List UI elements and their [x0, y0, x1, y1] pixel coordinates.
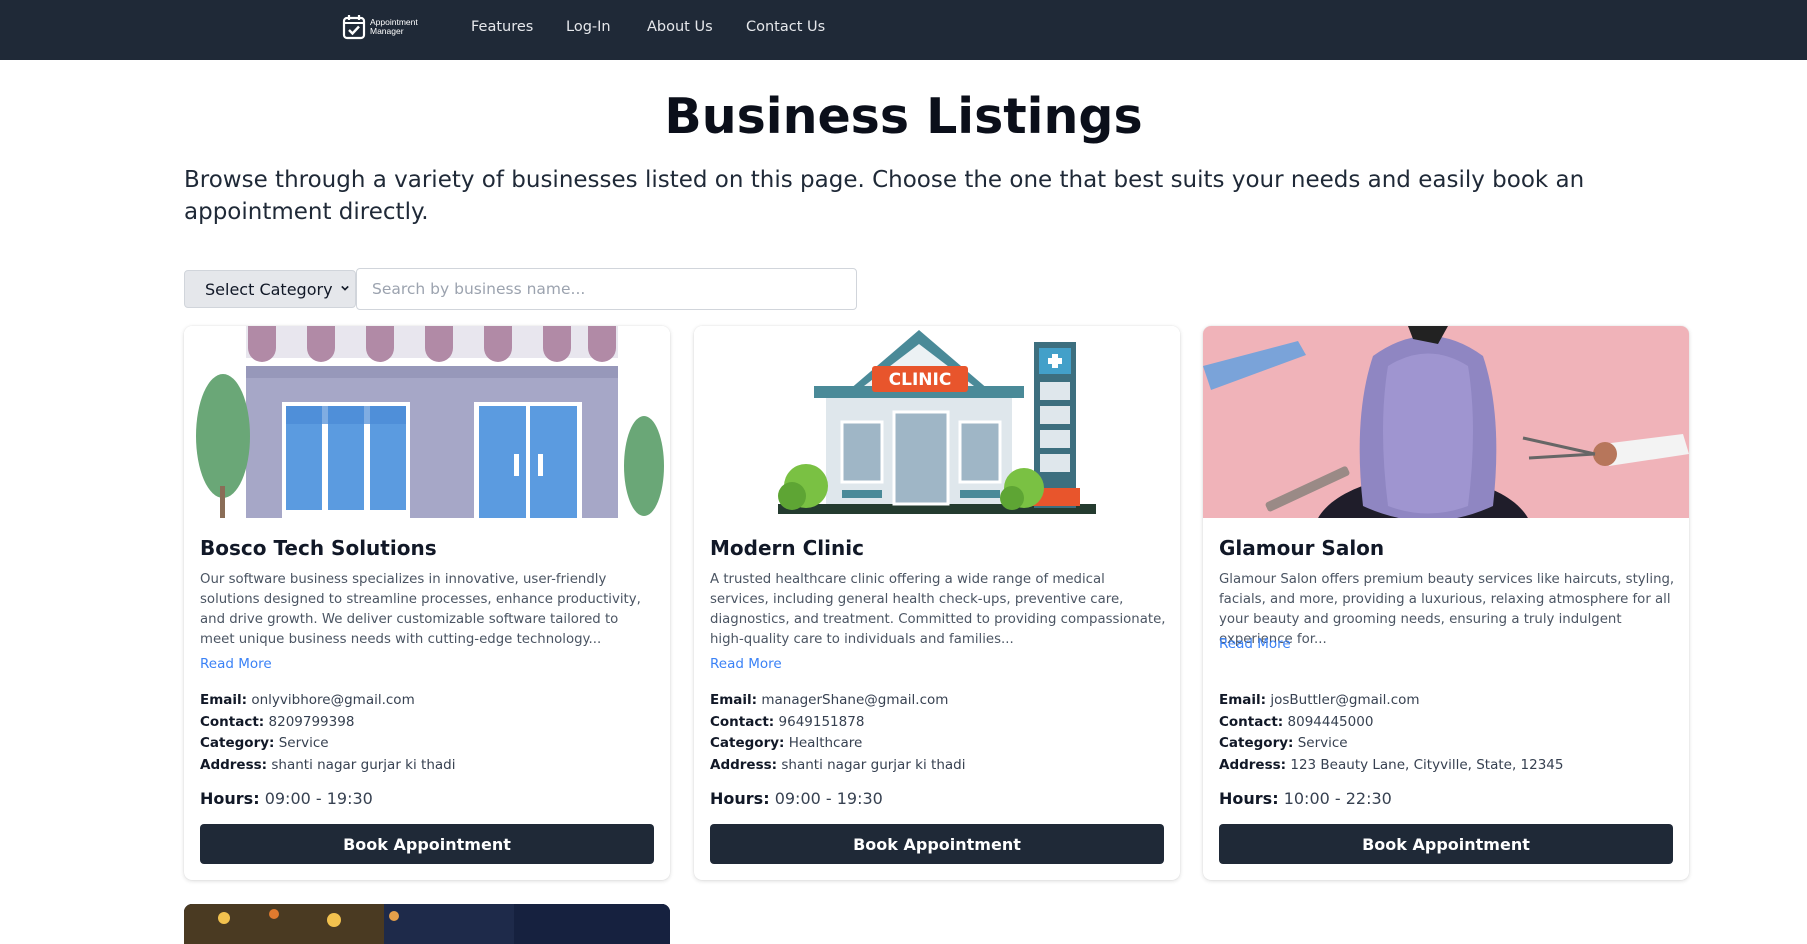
hours-row: Hours: 10:00 - 22:30: [1219, 789, 1392, 808]
contact-row: Contact: 9649151878: [710, 712, 965, 734]
hours-label: Hours:: [1219, 789, 1279, 808]
nav-contact-us[interactable]: Contact Us: [746, 19, 825, 35]
business-card-partial: [184, 904, 670, 944]
book-appointment-button[interactable]: Book Appointment: [200, 824, 654, 864]
contact-value: 9649151878: [778, 713, 865, 730]
business-card: Glamour Salon Glamour Salon offers premi…: [1203, 326, 1689, 880]
hours-value: 09:00 - 19:30: [264, 789, 373, 808]
category-select[interactable]: Select Category: [184, 270, 356, 308]
logo-text: Appointment Manager: [370, 18, 418, 36]
contact-value: 8094445000: [1287, 713, 1374, 730]
address-value: shanti nagar gurjar ki thadi: [271, 756, 456, 773]
contact-label: Contact:: [1219, 713, 1284, 730]
email-value: josButtler@gmail.com: [1270, 692, 1420, 708]
category-row: Category: Service: [200, 733, 455, 755]
logo-line-2: Manager: [370, 26, 404, 36]
email-row: Email: josButtler@gmail.com: [1219, 690, 1563, 712]
page-description: Browse through a variety of businesses l…: [184, 167, 1585, 225]
category-label: Category:: [200, 735, 275, 751]
hours-row: Hours: 09:00 - 19:30: [200, 789, 373, 808]
category-value: Healthcare: [788, 735, 863, 751]
salon-photo: [1203, 326, 1689, 518]
contact-row: Contact: 8209799398: [200, 712, 455, 734]
address-label: Address:: [710, 756, 778, 773]
hours-value: 10:00 - 22:30: [1283, 789, 1392, 808]
book-appointment-button[interactable]: Book Appointment: [1219, 824, 1673, 864]
business-card: Bosco Tech Solutions Our software busine…: [184, 326, 670, 880]
calendar-check-icon: [342, 15, 366, 40]
hours-row: Hours: 09:00 - 19:30: [710, 789, 883, 808]
category-label: Category:: [710, 735, 785, 751]
business-info: Email: managerShane@gmail.com Contact: 9…: [710, 690, 965, 776]
email-label: Email:: [1219, 692, 1267, 708]
email-value: onlyvibhore@gmail.com: [251, 692, 415, 708]
nav-features[interactable]: Features: [471, 19, 533, 35]
email-value: managerShane@gmail.com: [761, 692, 949, 708]
read-more-link[interactable]: Read More: [710, 656, 782, 672]
contact-label: Contact:: [200, 713, 265, 730]
business-name: Modern Clinic: [710, 536, 864, 560]
business-name: Bosco Tech Solutions: [200, 536, 437, 560]
business-info: Email: josButtler@gmail.com Contact: 809…: [1219, 690, 1563, 776]
contact-row: Contact: 8094445000: [1219, 712, 1563, 734]
business-card: CLINIC Modern Clinic A trusted healthcar…: [694, 326, 1180, 880]
clinic-illustration: CLINIC: [694, 326, 1180, 518]
email-row: Email: onlyvibhore@gmail.com: [200, 690, 455, 712]
read-more-link[interactable]: Read More: [1219, 636, 1291, 652]
page-title: Business Listings: [664, 88, 1143, 145]
category-row: Category: Healthcare: [710, 733, 965, 755]
address-value: shanti nagar gurjar ki thadi: [781, 756, 966, 773]
search-input[interactable]: [356, 268, 857, 310]
address-row: Address: shanti nagar gurjar ki thadi: [710, 755, 965, 777]
address-value: 123 Beauty Lane, Cityville, State, 12345: [1290, 756, 1564, 773]
address-label: Address:: [200, 756, 268, 773]
address-row: Address: 123 Beauty Lane, Cityville, Sta…: [1219, 755, 1563, 777]
hours-value: 09:00 - 19:30: [774, 789, 883, 808]
contact-label: Contact:: [710, 713, 775, 730]
store-illustration: [184, 326, 670, 518]
business-description: A trusted healthcare clinic offering a w…: [710, 572, 1166, 647]
email-label: Email:: [710, 692, 758, 708]
email-label: Email:: [200, 692, 248, 708]
address-row: Address: shanti nagar gurjar ki thadi: [200, 755, 455, 777]
nav-login[interactable]: Log-In: [566, 19, 611, 35]
nav-about-us[interactable]: About Us: [647, 19, 713, 35]
logo[interactable]: Appointment Manager: [342, 14, 418, 40]
clinic-sign-text: CLINIC: [889, 370, 952, 390]
category-value: Service: [1297, 735, 1348, 751]
category-select-value: Select Category: [205, 279, 333, 299]
read-more-link[interactable]: Read More: [200, 656, 272, 672]
book-appointment-button[interactable]: Book Appointment: [710, 824, 1164, 864]
address-label: Address:: [1219, 756, 1287, 773]
navbar: Appointment Manager Features Log-In Abou…: [0, 0, 1807, 60]
email-row: Email: managerShane@gmail.com: [710, 690, 965, 712]
category-row: Category: Service: [1219, 733, 1563, 755]
restaurant-photo: [184, 904, 670, 944]
category-value: Service: [278, 735, 329, 751]
business-name: Glamour Salon: [1219, 536, 1385, 560]
hours-label: Hours:: [200, 789, 260, 808]
business-info: Email: onlyvibhore@gmail.com Contact: 82…: [200, 690, 455, 776]
contact-value: 8209799398: [268, 713, 355, 730]
hours-label: Hours:: [710, 789, 770, 808]
business-description: Our software business specializes in inn…: [200, 572, 641, 647]
chevron-down-icon: [341, 285, 349, 291]
category-label: Category:: [1219, 735, 1294, 751]
